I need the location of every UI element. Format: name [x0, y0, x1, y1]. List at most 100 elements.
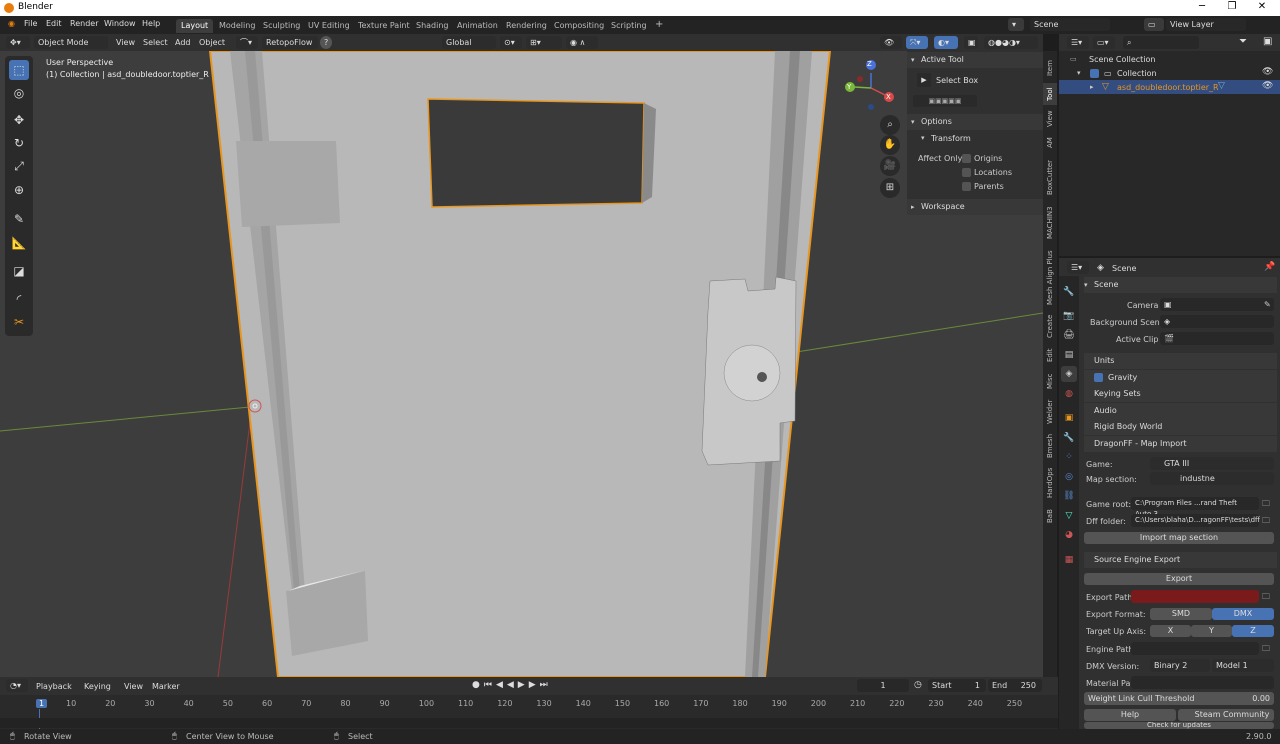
outliner-collection[interactable]: Collection: [1117, 69, 1157, 78]
tab-scripting[interactable]: Scripting: [606, 19, 652, 33]
steam-community-button[interactable]: Steam Community: [1178, 709, 1274, 721]
data-props-icon[interactable]: ▽: [1061, 508, 1077, 524]
dff-folder-field[interactable]: C:\Users\blaha\D...ragonFF\tests\dff: [1131, 514, 1260, 527]
tab-item[interactable]: Item: [1043, 55, 1057, 81]
timeline-menu-marker[interactable]: Marker: [152, 682, 180, 691]
xray-icon[interactable]: ▣: [964, 36, 978, 49]
3d-viewport[interactable]: Z X Y User Perspective (1) Collection | …: [0, 51, 1043, 677]
orientation-dropdown[interactable]: Global: [442, 36, 496, 49]
units-section[interactable]: Units: [1084, 353, 1277, 369]
outliner-search-input[interactable]: ⌕: [1123, 36, 1199, 49]
help-icon[interactable]: ?: [320, 36, 332, 49]
tab-modeling[interactable]: Modeling: [214, 19, 260, 33]
tab-layout[interactable]: Layout: [176, 19, 214, 33]
modifier-props-icon[interactable]: 🔧: [1061, 430, 1077, 446]
tab-edit[interactable]: Edit: [1043, 343, 1057, 367]
timeline-menu-playback[interactable]: Playback: [36, 682, 72, 691]
viewport-menu-add[interactable]: Add: [175, 38, 191, 47]
help-button[interactable]: Help: [1084, 709, 1176, 721]
checkbox-icon[interactable]: [962, 168, 971, 177]
tab-machin3[interactable]: MACHIN3: [1043, 201, 1057, 245]
shading-modes-icon[interactable]: ◍●◕◑▾: [984, 36, 1038, 49]
axis-z-button[interactable]: Z: [1232, 625, 1274, 637]
menu-window[interactable]: Window: [104, 19, 136, 28]
dragonff-section[interactable]: DragonFF - Map Import: [1084, 436, 1277, 452]
timeline-scrollbar[interactable]: [0, 718, 1058, 728]
playback-controls-icon[interactable]: ●⏮◀◀▶▶⏭: [472, 680, 552, 690]
options-header[interactable]: Options: [907, 114, 1043, 130]
world-props-icon[interactable]: ◍: [1061, 386, 1077, 402]
engine-path-field[interactable]: [1131, 642, 1259, 655]
scene-props-icon[interactable]: ◈: [1061, 366, 1077, 382]
cursor-tool-icon[interactable]: ◎: [9, 83, 29, 103]
clock-icon[interactable]: ◷: [914, 680, 922, 690]
visibility-icon[interactable]: 👁▾: [880, 36, 902, 60]
tab-compositing[interactable]: Compositing: [549, 19, 609, 33]
scale-tool-icon[interactable]: ⤢: [9, 156, 29, 176]
snap-icon[interactable]: ⌒▾: [236, 36, 258, 49]
timeline[interactable]: 1 10 20 30 40 50 60 70 80 90 100 110 120 130 140 150 160…: [0, 695, 1058, 729]
tab-tool[interactable]: Tool: [1043, 83, 1057, 105]
physics-props-icon[interactable]: ◎: [1061, 469, 1077, 485]
tab-boxcutter[interactable]: BoxCutter: [1043, 155, 1057, 199]
timeline-editor-icon[interactable]: ◔▾: [6, 679, 28, 692]
output-props-icon[interactable]: 🖨: [1061, 327, 1077, 343]
gravity-section[interactable]: Gravity: [1084, 370, 1277, 386]
selection-mode-icons[interactable]: ▣▣▣▣▣: [913, 95, 977, 107]
pan-hand-icon[interactable]: ✋: [880, 135, 900, 155]
export-path-field[interactable]: [1131, 590, 1259, 603]
start-frame-field[interactable]: Start 1: [928, 679, 986, 692]
snapping-icon[interactable]: ⊞▾: [526, 36, 562, 49]
tab-sculpting[interactable]: Sculpting: [258, 19, 305, 33]
workspace-header[interactable]: Workspace: [907, 199, 1043, 215]
hops-tool-icon[interactable]: ◜: [9, 289, 29, 309]
add-cube-tool-icon[interactable]: ◪: [9, 261, 29, 281]
menu-help[interactable]: Help: [142, 19, 160, 28]
object-visibility-icon[interactable]: 👁: [1262, 81, 1273, 91]
affect-locations[interactable]: Locations: [962, 168, 1012, 177]
workspace-arrow-icon[interactable]: ▸: [911, 203, 915, 211]
tab-am[interactable]: AM: [1043, 133, 1057, 153]
gizmo-toggle-icon[interactable]: ⤧▾: [906, 36, 928, 49]
rotate-tool-icon[interactable]: ↻: [9, 133, 29, 153]
keying-sets-section[interactable]: Keying Sets: [1084, 386, 1277, 402]
ortho-grid-icon[interactable]: ⊞: [880, 178, 900, 198]
minimize-icon[interactable]: ─: [1188, 1, 1216, 12]
background-scene-field[interactable]: ◈: [1160, 315, 1274, 328]
select-box-tool-icon[interactable]: ⬚: [9, 60, 29, 80]
new-collection-icon[interactable]: ▣: [1263, 36, 1272, 47]
camera-field[interactable]: ▣: [1160, 298, 1274, 311]
map-section-dropdown[interactable]: industne: [1150, 472, 1274, 485]
measure-tool-icon[interactable]: 📐: [9, 233, 29, 253]
object-expand-icon[interactable]: ▸: [1090, 83, 1094, 91]
end-frame-field[interactable]: End 250: [988, 679, 1042, 692]
annotate-tool-icon[interactable]: ✎: [9, 209, 29, 229]
dmx-binary-dropdown[interactable]: Binary 2: [1150, 659, 1210, 672]
camera-view-icon[interactable]: 🎥: [880, 156, 900, 176]
blender-menu-icon[interactable]: ◉: [8, 19, 15, 28]
gizmo-y-label[interactable]: Y: [847, 83, 851, 91]
scene-field[interactable]: Scene: [1030, 18, 1110, 31]
viewport-menu-object[interactable]: Object: [199, 38, 225, 47]
timeline-menu-view[interactable]: View: [124, 682, 143, 691]
constraints-props-icon[interactable]: ⛓: [1061, 488, 1077, 504]
tab-rendering[interactable]: Rendering: [501, 19, 552, 33]
checkbox-icon[interactable]: [1094, 373, 1103, 382]
affect-origins[interactable]: Origins: [962, 154, 1002, 163]
zoom-icon[interactable]: ⌕: [880, 115, 900, 135]
tab-welder[interactable]: Welder: [1043, 395, 1057, 429]
dmx-model-dropdown[interactable]: Model 1: [1212, 659, 1274, 672]
collapse-arrow-icon[interactable]: ▾: [911, 56, 915, 64]
checkbox-icon[interactable]: [962, 182, 971, 191]
rigid-body-section[interactable]: Rigid Body World: [1084, 419, 1277, 435]
import-map-button[interactable]: Import map section: [1084, 532, 1274, 544]
active-tool-header[interactable]: Active Tool: [907, 52, 1043, 68]
view-layer-field[interactable]: View Layer: [1166, 18, 1246, 31]
transform-subheader[interactable]: Transform: [931, 134, 971, 143]
menu-render[interactable]: Render: [70, 19, 98, 28]
view-layer-icon[interactable]: ▭: [1144, 18, 1164, 31]
render-props-icon[interactable]: 📷: [1061, 308, 1077, 324]
properties-editor-icon[interactable]: ☰▾: [1067, 261, 1089, 274]
transform-tool-icon[interactable]: ⊕: [9, 180, 29, 200]
gravity-checkbox[interactable]: [1094, 373, 1106, 382]
